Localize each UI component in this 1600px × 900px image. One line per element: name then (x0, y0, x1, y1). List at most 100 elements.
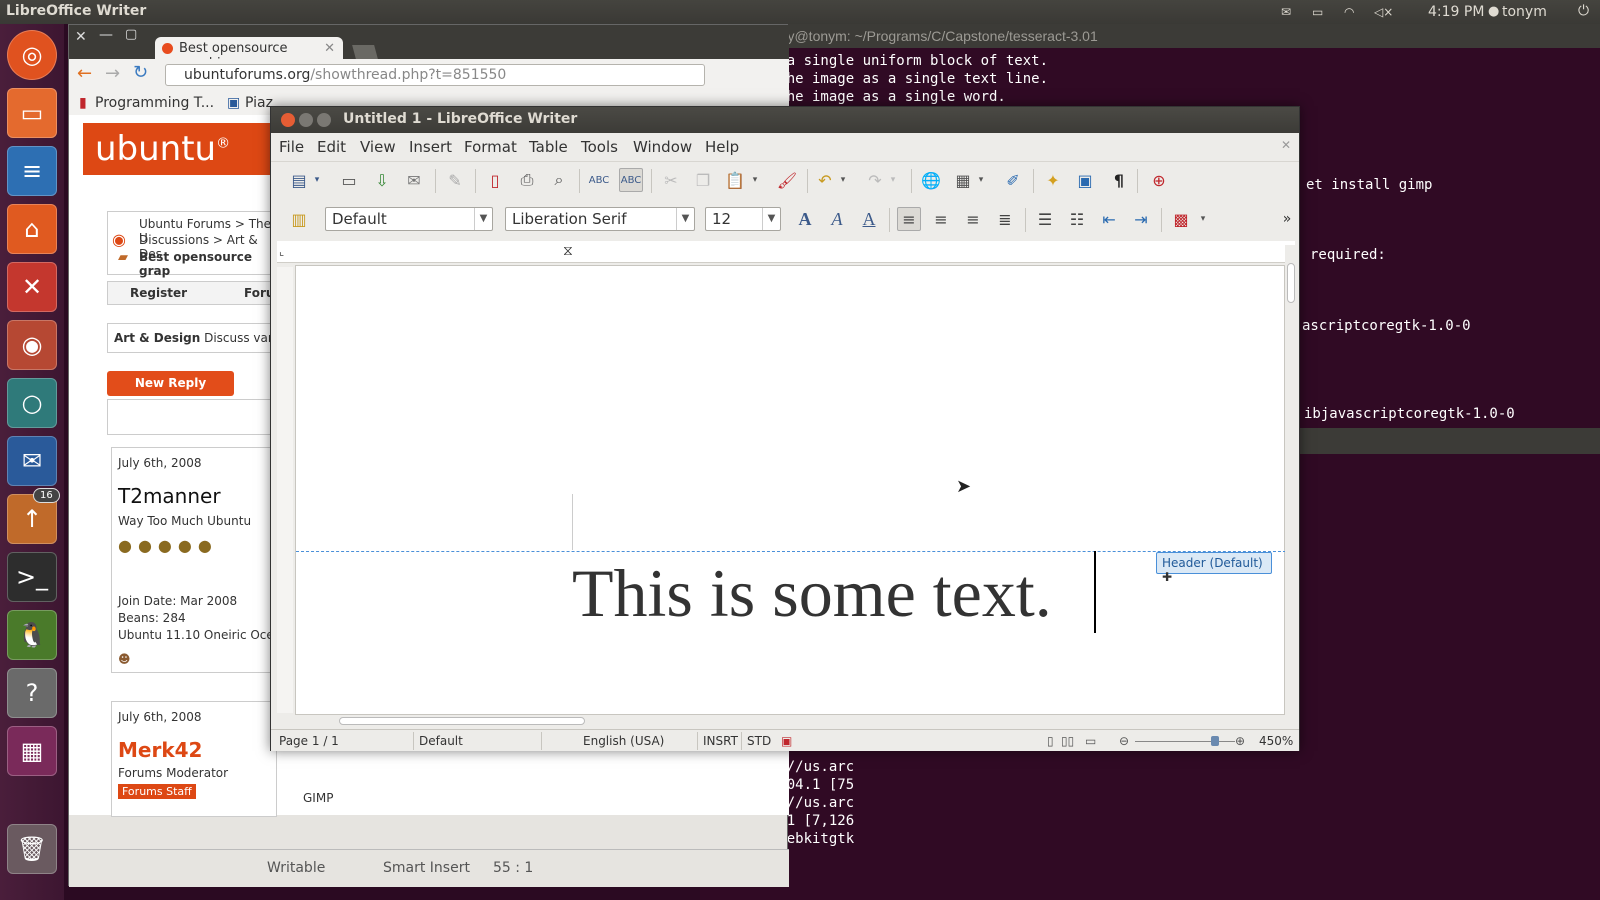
email-icon[interactable]: ✉ (402, 168, 426, 192)
ubuntu-logo-icon[interactable]: ◎ (7, 30, 57, 80)
browser-close-icon[interactable]: ✕ (75, 29, 87, 45)
trash-icon[interactable]: 🗑 (7, 824, 57, 874)
horizontal-scrollbar[interactable] (273, 715, 1293, 727)
single-page-view-icon[interactable]: ▯ (1047, 734, 1054, 748)
chevron-down-icon[interactable]: ▼ (762, 208, 780, 230)
align-left-icon[interactable]: ≡ (897, 207, 921, 231)
menu-table[interactable]: Table (529, 138, 568, 156)
menu-view[interactable]: View (360, 138, 396, 156)
toolbar-overflow-icon[interactable]: » (1275, 207, 1299, 231)
align-center-icon[interactable]: ≡ (929, 207, 953, 231)
vertical-scrollbar[interactable] (1285, 245, 1297, 715)
gallery-icon[interactable]: ▣ (1073, 168, 1097, 192)
user-menu[interactable]: tonym (1502, 4, 1547, 20)
cut-icon[interactable]: ✂ (659, 168, 683, 192)
browser-icon[interactable]: ○ (7, 378, 57, 428)
formatting-marks-icon[interactable]: ¶ (1107, 168, 1131, 192)
paste-dropdown-icon[interactable]: ▾ (749, 168, 761, 192)
bookmark-piazza[interactable]: Piaz (245, 95, 273, 111)
terminal-icon[interactable]: >_ (7, 552, 57, 602)
chevron-down-icon[interactable]: ▼ (676, 208, 694, 230)
paste-icon[interactable]: 📋 (723, 168, 747, 192)
bookmark-programming[interactable]: Programming T... (95, 95, 214, 111)
scroll-thumb[interactable] (1287, 263, 1295, 303)
zoom-out-icon[interactable]: ⊖ (1119, 734, 1129, 748)
menu-insert[interactable]: Insert (409, 138, 452, 156)
table-dropdown-icon[interactable]: ▾ (975, 168, 987, 192)
mail-icon[interactable]: ✉ (1281, 5, 1291, 19)
chevron-down-icon[interactable]: ▼ (474, 208, 492, 230)
selection-mode[interactable]: STD (747, 734, 771, 748)
forum-name[interactable]: Art & Design (114, 331, 200, 345)
bag-icon[interactable]: ⌂ (7, 204, 57, 254)
close-button[interactable] (281, 113, 295, 127)
font-name-select[interactable]: Liberation Serif ▼ (505, 207, 695, 231)
chrome-icon[interactable]: ◉ (7, 320, 57, 370)
draw-functions-icon[interactable]: ✐ (1001, 168, 1025, 192)
header-default-tag[interactable]: Header (Default) ✚ (1156, 552, 1272, 584)
wifi-icon[interactable]: ◠ (1344, 5, 1354, 19)
reload-icon[interactable]: ↻ (133, 62, 148, 83)
copy-icon[interactable]: ❐ (691, 168, 715, 192)
indent-marker-icon[interactable]: ⧖ (563, 243, 573, 259)
post-username[interactable]: Merk42 (118, 738, 202, 762)
menu-edit[interactable]: Edit (317, 138, 346, 156)
open-icon[interactable]: ▭ (337, 168, 361, 192)
help-icon[interactable]: ? (7, 668, 57, 718)
save-icon[interactable]: ⇩ (370, 168, 394, 192)
increase-indent-icon[interactable]: ⇥ (1129, 207, 1153, 231)
terminal-titlebar[interactable]: tony@tonym: ~/Programs/C/Capstone/tesser… (700, 24, 1600, 48)
multi-page-view-icon[interactable]: ▯▯ (1061, 734, 1074, 748)
undo-dropdown-icon[interactable]: ▾ (837, 168, 849, 192)
clock[interactable]: 4:19 PM (1428, 4, 1484, 20)
settings-icon[interactable]: ✕ (7, 262, 57, 312)
post-username[interactable]: T2manner (118, 484, 221, 508)
zoom-in-icon[interactable]: ⊕ (1235, 734, 1245, 748)
align-right-icon[interactable]: ≡ (961, 207, 985, 231)
zoom-slider-handle[interactable] (1211, 736, 1219, 746)
background-color-icon[interactable]: ▩ (1169, 207, 1193, 231)
underline-icon[interactable]: A (857, 207, 881, 231)
print-icon[interactable]: ⎙ (515, 168, 539, 192)
writer-icon[interactable]: ≡ (7, 146, 57, 196)
new-dropdown-icon[interactable]: ▾ (311, 168, 323, 192)
autospellcheck-icon[interactable]: ABC (619, 168, 643, 192)
update-icon[interactable]: ↑ 16 (7, 488, 60, 544)
table-icon[interactable]: ▦ (951, 168, 975, 192)
justify-icon[interactable]: ≣ (993, 207, 1017, 231)
minimize-button[interactable] (299, 113, 313, 127)
navigator-icon[interactable]: ✦ (1041, 168, 1065, 192)
new-reply-button[interactable]: New Reply (107, 371, 234, 396)
tab-stop-icon[interactable]: ⌞ (279, 245, 284, 258)
menu-window[interactable]: Window (633, 138, 692, 156)
back-arrow-icon[interactable]: ← (77, 63, 92, 84)
hyperlink-icon[interactable]: 🌐 (919, 168, 943, 192)
ubuntu-forums-banner[interactable]: ubuntu® for (83, 123, 273, 207)
spellcheck-icon[interactable]: ABC (587, 168, 611, 192)
forward-arrow-icon[interactable]: → (105, 63, 120, 84)
menu-tools[interactable]: Tools (581, 138, 618, 156)
power-icon[interactable]: ⏻ (1578, 3, 1589, 19)
numbering-icon[interactable]: ☰ (1033, 207, 1057, 231)
volume-icon[interactable]: ◁× (1374, 5, 1393, 19)
redo-dropdown-icon[interactable]: ▾ (887, 168, 899, 192)
print-preview-icon[interactable]: ⌕ (547, 168, 571, 192)
document-text[interactable]: This is some text. (572, 554, 1052, 633)
writer-titlebar[interactable]: Untitled 1 - LibreOffice Writer (271, 107, 1299, 133)
italic-icon[interactable]: A (825, 207, 849, 231)
page-count[interactable]: Page 1 / 1 (279, 734, 339, 748)
register-link[interactable]: Register (130, 286, 187, 300)
close-document-icon[interactable]: ✕ (1281, 138, 1291, 152)
penguin-icon[interactable]: 🐧 (7, 610, 57, 660)
edit-file-icon[interactable]: ✎ (443, 168, 467, 192)
bold-icon[interactable]: A (793, 207, 817, 231)
help-lifebuoy-icon[interactable]: ⊕ (1147, 168, 1171, 192)
zoom-level[interactable]: 450% (1259, 734, 1293, 748)
browser-minimize-icon[interactable]: — (99, 27, 113, 43)
menu-file[interactable]: File (279, 138, 304, 156)
paragraph-style-select[interactable]: Default ▼ (325, 207, 493, 231)
decrease-indent-icon[interactable]: ⇤ (1097, 207, 1121, 231)
redo-icon[interactable]: ↷ (863, 168, 887, 192)
scroll-thumb[interactable] (339, 717, 585, 725)
plus-icon[interactable]: ✚ (1162, 570, 1172, 584)
